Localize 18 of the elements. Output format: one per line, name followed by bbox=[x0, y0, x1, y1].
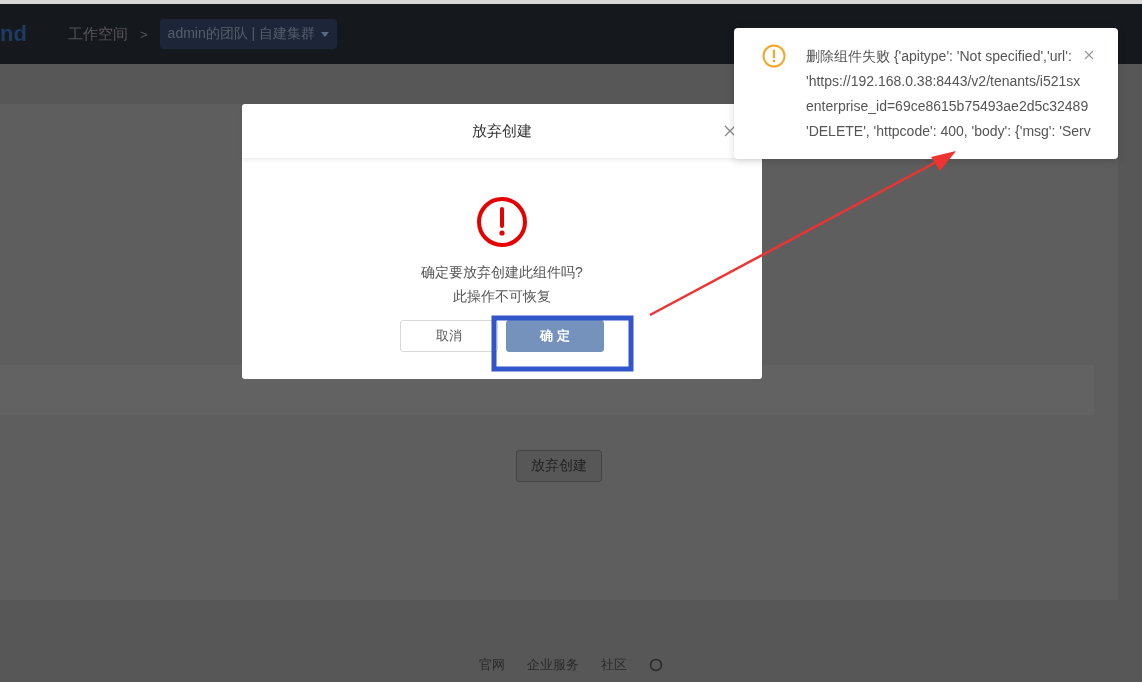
error-icon bbox=[476, 196, 528, 248]
logo-text: nd bbox=[0, 21, 28, 47]
close-icon[interactable] bbox=[1084, 50, 1094, 60]
user-icon[interactable] bbox=[649, 658, 663, 672]
notification-text: 'DELETE', 'httpcode': 400, 'body': {'msg': 'Serv bbox=[806, 122, 1091, 141]
dialog-note: 此操作不可恢复 bbox=[453, 287, 551, 306]
dialog-title: 放弃创建 bbox=[472, 121, 532, 141]
cancel-button[interactable]: 取消 bbox=[400, 320, 498, 352]
breadcrumb-separator: > bbox=[140, 26, 148, 42]
caret-icon bbox=[321, 31, 330, 37]
notification-text: enterprise_id=69ce8615b75493ae2d5c32489 bbox=[806, 97, 1089, 116]
warning-icon bbox=[762, 44, 786, 68]
dialog-message: 确定要放弃创建此组件吗? bbox=[421, 263, 583, 282]
notification-text: 'https://192.168.0.38:8443/v2/tenants/i521sx bbox=[806, 72, 1081, 91]
notification-text: 删除组件失败 {'apitype': 'Not specified','url': bbox=[806, 47, 1072, 66]
breadcrumb-link[interactable]: 工作空间 bbox=[68, 24, 128, 44]
close-icon[interactable] bbox=[724, 125, 736, 137]
confirm-button[interactable]: 确 定 bbox=[506, 320, 604, 352]
